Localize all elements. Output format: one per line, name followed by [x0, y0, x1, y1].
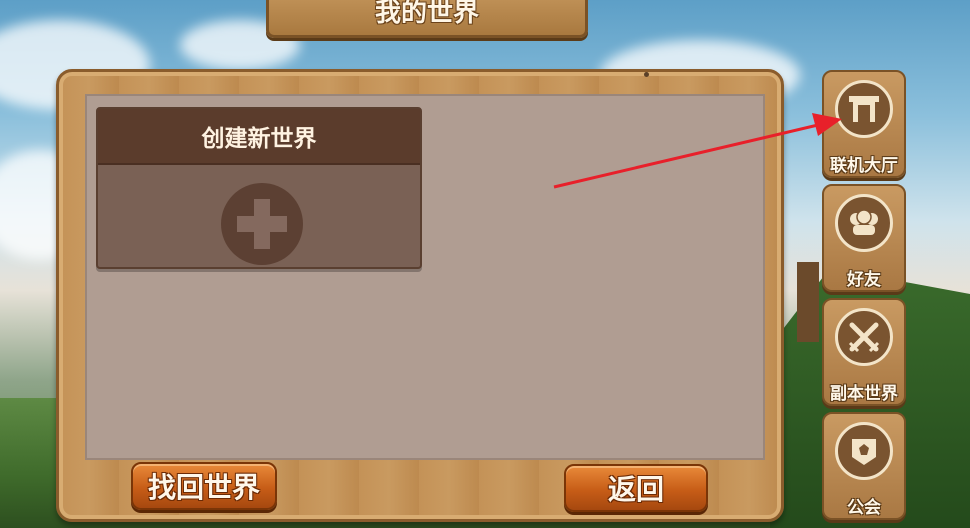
gate-icon [835, 80, 893, 138]
multiplayer-lobby-label: 联机大厅 [830, 156, 898, 176]
friends-label: 好友 [847, 270, 881, 290]
guild-banner-icon [835, 422, 893, 480]
create-world-header: 创建新世界 [98, 109, 420, 165]
tree-trunk [797, 262, 819, 342]
recover-world-button[interactable]: 找回世界 [131, 462, 277, 510]
nail [644, 72, 649, 77]
guild-label: 公会 [847, 498, 881, 518]
page-title: 我的世界 [374, 0, 479, 28]
create-world-card[interactable]: 创建新世界 [96, 107, 422, 269]
create-world-label: 创建新世界 [201, 126, 317, 152]
multiplayer-lobby-button[interactable]: 联机大厅 [822, 70, 906, 178]
crossed-swords-icon [835, 308, 893, 366]
guild-button[interactable]: 公会 [822, 412, 906, 520]
plus-icon [221, 183, 303, 265]
dungeon-world-label: 副本世界 [830, 384, 898, 404]
dungeon-world-button[interactable]: 副本世界 [822, 298, 906, 406]
back-button[interactable]: 返回 [564, 464, 708, 512]
recover-world-label: 找回世界 [147, 471, 260, 504]
friends-icon [835, 194, 893, 252]
back-label: 返回 [607, 473, 664, 506]
title-plank: 我的世界 [266, 0, 588, 38]
friends-button[interactable]: 好友 [822, 184, 906, 292]
